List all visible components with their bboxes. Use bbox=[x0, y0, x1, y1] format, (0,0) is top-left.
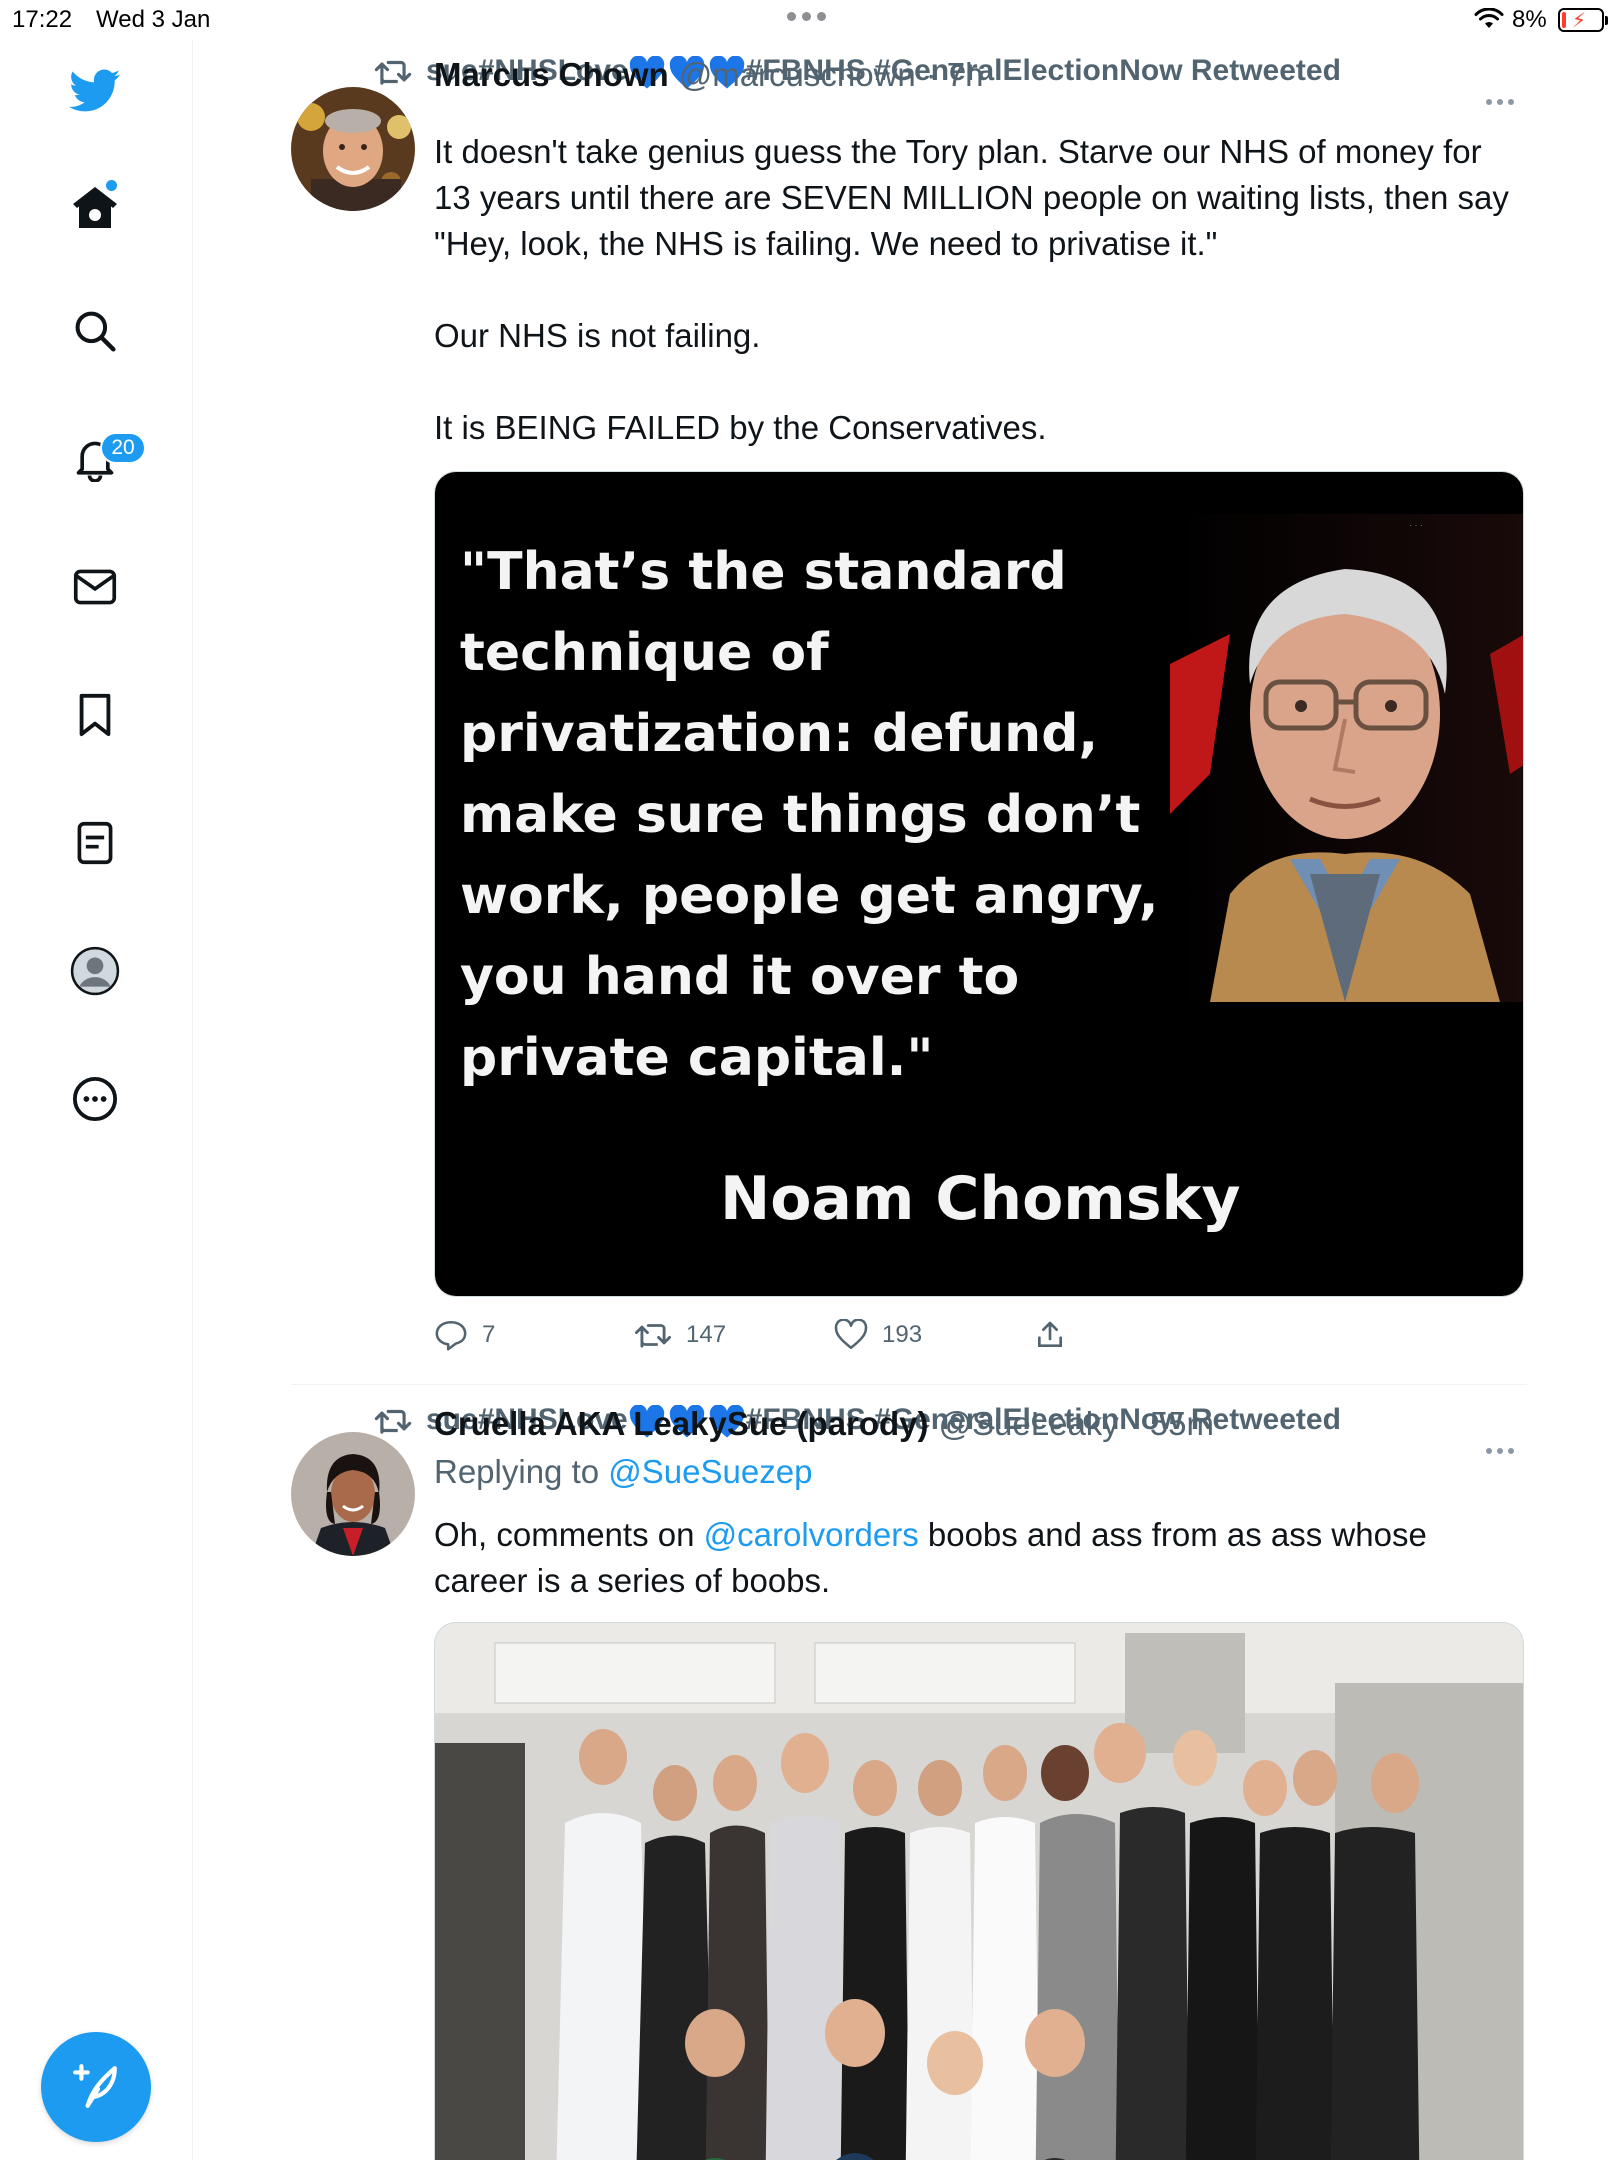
separator-dot: · bbox=[925, 56, 937, 93]
avatar[interactable] bbox=[291, 1432, 415, 1556]
tweet-time[interactable]: 7h bbox=[947, 56, 984, 94]
home-icon[interactable] bbox=[62, 174, 128, 240]
quote-author: Noam Chomsky bbox=[720, 1164, 1241, 1234]
retweet-count: 147 bbox=[686, 1321, 727, 1348]
tweet-image[interactable] bbox=[434, 1622, 1524, 2160]
bookmark-icon[interactable] bbox=[62, 682, 128, 748]
messages-mail-icon[interactable] bbox=[62, 554, 128, 620]
author-handle[interactable]: @SueLeaky bbox=[939, 1405, 1119, 1443]
group-party-photo bbox=[435, 1623, 1523, 2160]
retweet-button[interactable]: 147 bbox=[634, 1315, 726, 1355]
reply-button[interactable]: 7 bbox=[434, 1315, 495, 1355]
wifi-icon bbox=[1474, 8, 1504, 28]
tweet-more-icon[interactable] bbox=[1486, 92, 1526, 112]
lists-icon[interactable] bbox=[62, 810, 128, 876]
tweet-paragraph: Our NHS is not failing. bbox=[434, 317, 761, 354]
sidebar-nav: 20 bbox=[0, 40, 193, 2160]
retweet-icon bbox=[374, 1409, 412, 1434]
tweet-text: It doesn't take genius guess the Tory pl… bbox=[434, 129, 1524, 451]
tweet[interactable]: sue#NHSLove #FBNHS #GeneralElectionNow Re… bbox=[194, 1385, 1620, 2160]
share-icon bbox=[1038, 1321, 1062, 1347]
like-count: 193 bbox=[882, 1321, 923, 1348]
status-date: Wed 3 Jan bbox=[96, 6, 211, 33]
more-circle-icon[interactable] bbox=[62, 1066, 128, 1132]
replying-to-handle[interactable]: @SueSuezep bbox=[608, 1453, 812, 1490]
status-time: 17:22 bbox=[12, 6, 73, 33]
heart-icon bbox=[834, 1319, 868, 1350]
compose-tweet-button[interactable] bbox=[41, 2032, 151, 2142]
tweet-paragraph: Oh, comments on @carolvorders boobs and … bbox=[434, 1512, 1524, 1604]
retweet-icon bbox=[374, 60, 412, 85]
share-button[interactable] bbox=[1034, 1315, 1066, 1355]
replying-to-label: Replying to bbox=[434, 1453, 600, 1490]
notifications-bell-icon[interactable]: 20 bbox=[62, 426, 146, 492]
tweet-more-icon[interactable] bbox=[1486, 1441, 1526, 1461]
author-name[interactable]: Marcus Chown bbox=[434, 56, 669, 94]
feather-plus-icon bbox=[73, 2064, 117, 2108]
multitasking-dots-icon[interactable] bbox=[787, 12, 826, 21]
tweet-text: Oh, comments on @carolvorders boobs and … bbox=[434, 1512, 1524, 1604]
tweet-header: Cruella AKA LeakySue (parody) @SueLeaky … bbox=[434, 1405, 1214, 1449]
tweet-actions: 7 147 193 bbox=[434, 1315, 1134, 1355]
separator-dot: · bbox=[1128, 1405, 1140, 1442]
notifications-badge: 20 bbox=[100, 432, 146, 464]
profile-icon[interactable] bbox=[62, 938, 128, 1004]
battery-percent: 8% bbox=[1512, 6, 1547, 33]
avatar[interactable] bbox=[291, 87, 415, 211]
timeline: sue#NHSLove #FBNHS #GeneralElectionNow Re… bbox=[194, 40, 1620, 2160]
battery-icon: ⚡ bbox=[1558, 8, 1608, 32]
like-button[interactable]: 193 bbox=[834, 1315, 922, 1355]
tweet-time[interactable]: 55m bbox=[1150, 1405, 1214, 1443]
twitter-logo-icon[interactable] bbox=[62, 58, 128, 124]
quote-image: · · · "That’s the standard technique of … bbox=[435, 472, 1523, 1296]
reply-icon bbox=[435, 1320, 467, 1351]
tweet-image[interactable]: · · · "That’s the standard technique of … bbox=[434, 471, 1524, 1297]
tweet-paragraph: It doesn't take genius guess the Tory pl… bbox=[434, 133, 1509, 262]
tweet-header: Marcus Chown @marcuschown · 7h bbox=[434, 56, 984, 100]
tweet[interactable]: sue#NHSLove #FBNHS #GeneralElectionNow Re… bbox=[194, 40, 1620, 1385]
quote-text: "That’s the standard technique of privat… bbox=[460, 542, 1159, 1088]
tweet-paragraph: It is BEING FAILED by the Conservatives. bbox=[434, 409, 1047, 446]
home-unread-dot bbox=[106, 180, 117, 191]
mention-link[interactable]: @carolvorders bbox=[704, 1516, 919, 1553]
image-watermark: · · · bbox=[1409, 520, 1423, 530]
status-bar: 17:22 Wed 3 Jan 8% ⚡ bbox=[0, 0, 1620, 40]
author-name[interactable]: Cruella AKA LeakySue (parody) bbox=[434, 1405, 929, 1443]
retweet-icon bbox=[634, 1324, 672, 1348]
author-handle[interactable]: @marcuschown bbox=[679, 56, 916, 94]
portrait-photo bbox=[1170, 514, 1523, 1002]
reply-count: 7 bbox=[482, 1321, 496, 1348]
replying-to: Replying to @SueSuezep bbox=[434, 1453, 812, 1491]
search-icon[interactable] bbox=[62, 298, 128, 364]
text-segment: Oh, comments on bbox=[434, 1516, 695, 1553]
